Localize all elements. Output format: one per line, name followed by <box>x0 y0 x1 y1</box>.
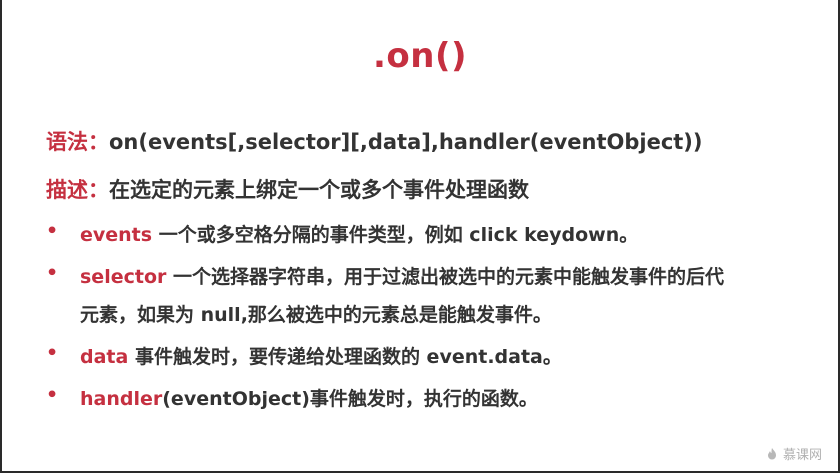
watermark-text: 慕课网 <box>782 448 822 463</box>
bullet-text: handler(eventObject)事件触发时，执行的函数。 <box>80 384 538 411</box>
description-text: 在选定的元素上绑定一个或多个事件处理函数 <box>109 178 529 202</box>
flame-icon <box>767 447 776 459</box>
bullet-dot-icon: • <box>46 342 59 364</box>
syntax-text: on(events[,selector][,data],handler(even… <box>109 130 703 154</box>
param-name: selector <box>80 266 167 288</box>
param-desc: (eventObject)事件触发时，执行的函数。 <box>162 388 538 410</box>
slide-title: .on() <box>372 36 468 76</box>
syntax-label: 语法： <box>46 130 109 154</box>
param-desc: 一个或多空格分隔的事件类型，例如 click keydown。 <box>152 224 639 246</box>
bullet-dot-icon: • <box>46 384 59 406</box>
bullet-text: events 一个或多空格分隔的事件类型，例如 click keydown。 <box>80 220 638 247</box>
description-label: 描述： <box>46 178 109 202</box>
param-desc: 一个选择器字符串，用于过滤出被选中的元素中能触发事件的后代 <box>166 266 724 288</box>
bullet-text: data 事件触发时，要传递给处理函数的 event.data。 <box>80 342 562 369</box>
watermark: 慕课网 <box>765 444 822 463</box>
param-desc: 事件触发时，要传递给处理函数的 event.data。 <box>128 346 562 368</box>
param-desc-continued: 元素，如果为 null,那么被选中的元素总是能触发事件。 <box>80 304 552 326</box>
description-line: 描述：在选定的元素上绑定一个或多个事件处理函数 <box>46 174 529 204</box>
bullet-dot-icon: • <box>46 262 59 284</box>
syntax-line: 语法：on(events[,selector][,data],handler(e… <box>46 126 703 156</box>
bullet-text: selector 一个选择器字符串，用于过滤出被选中的元素中能触发事件的后代 <box>80 262 724 289</box>
param-name: handler <box>80 388 163 410</box>
bullet-dot-icon: • <box>46 220 59 242</box>
param-name: events <box>80 224 153 246</box>
slide-frame: .on() 语法：on(events[,selector][,data],han… <box>0 0 840 473</box>
param-name: data <box>80 346 129 368</box>
